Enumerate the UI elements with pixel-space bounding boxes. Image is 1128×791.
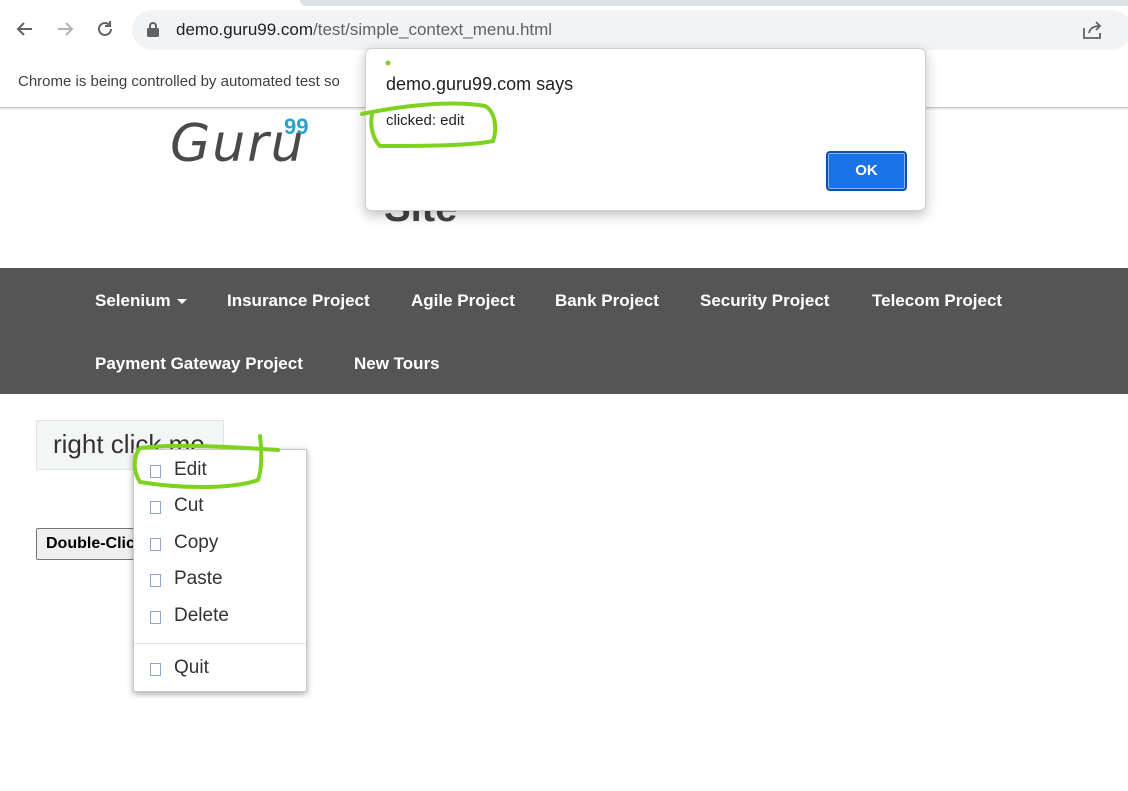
dialog-title: demo.guru99.com says [386, 74, 574, 94]
url-path: /test/simple_context_menu.html [313, 20, 553, 39]
nav-item-security-project[interactable]: Security Project [700, 291, 829, 311]
url-domain: demo.guru99.com [176, 20, 314, 39]
forward-button[interactable] [50, 14, 80, 44]
context-menu: Edit Cut Copy Paste Delete Quit [133, 449, 307, 692]
cut-icon [150, 501, 161, 514]
forward-arrow-icon [58, 22, 74, 36]
lock-icon [147, 22, 159, 37]
delete-icon [150, 611, 161, 624]
context-menu-item-delete[interactable]: Delete [134, 602, 306, 632]
tab-strip [300, 0, 1128, 6]
guru99-logo[interactable]: Guru 99 [170, 114, 309, 174]
context-menu-item-copy[interactable]: Copy [134, 529, 306, 559]
menu-item-label: Cut [174, 495, 204, 516]
quit-icon [150, 663, 161, 676]
nav-item-agile-project[interactable]: Agile Project [411, 291, 515, 311]
context-menu-item-paste[interactable]: Paste [134, 565, 306, 595]
reload-icon [98, 21, 112, 36]
dialog-message: clicked: edit [386, 112, 465, 129]
context-menu-item-edit[interactable]: Edit [134, 456, 306, 486]
share-icon[interactable] [1082, 20, 1104, 40]
nav-item-new-tours[interactable]: New Tours [354, 354, 440, 374]
menu-item-label: Delete [174, 605, 229, 626]
caret-down-icon [176, 299, 187, 305]
nav-item-bank-project[interactable]: Bank Project [555, 291, 659, 311]
back-arrow-icon [16, 22, 32, 36]
nav-item-telecom-project[interactable]: Telecom Project [872, 291, 1002, 311]
logo-superscript: 99 [284, 114, 309, 139]
infobar-text: Chrome is being controlled by automated … [18, 73, 340, 90]
menu-item-label: Copy [174, 532, 219, 553]
menu-item-label: Paste [174, 568, 223, 589]
context-menu-separator [134, 643, 306, 644]
screen: demo.guru99.com/test/simple_context_menu… [0, 0, 1128, 791]
reload-button[interactable] [90, 14, 120, 44]
paste-icon [150, 574, 161, 587]
context-menu-item-quit[interactable]: Quit [134, 654, 306, 684]
copy-icon [150, 538, 161, 551]
nav-item-insurance-project[interactable]: Insurance Project [227, 291, 370, 311]
nav-item-selenium[interactable]: Selenium [95, 291, 187, 311]
main-navbar: Selenium Insurance Project Agile Project… [0, 268, 1128, 394]
address-bar[interactable]: demo.guru99.com/test/simple_context_menu… [132, 10, 1128, 50]
nav-item-payment-gateway-project[interactable]: Payment Gateway Project [95, 354, 303, 374]
edit-icon [150, 465, 161, 478]
alert-dialog: demo.guru99.com says clicked: edit OK [365, 48, 926, 211]
context-menu-item-cut[interactable]: Cut [134, 492, 306, 522]
nav-label: Selenium [95, 291, 171, 310]
ok-button[interactable]: OK [826, 151, 907, 191]
menu-item-label: Edit [174, 459, 207, 480]
menu-item-label: Quit [174, 657, 209, 678]
back-button[interactable] [10, 14, 40, 44]
url-text[interactable]: demo.guru99.com/test/simple_context_menu… [176, 20, 552, 40]
